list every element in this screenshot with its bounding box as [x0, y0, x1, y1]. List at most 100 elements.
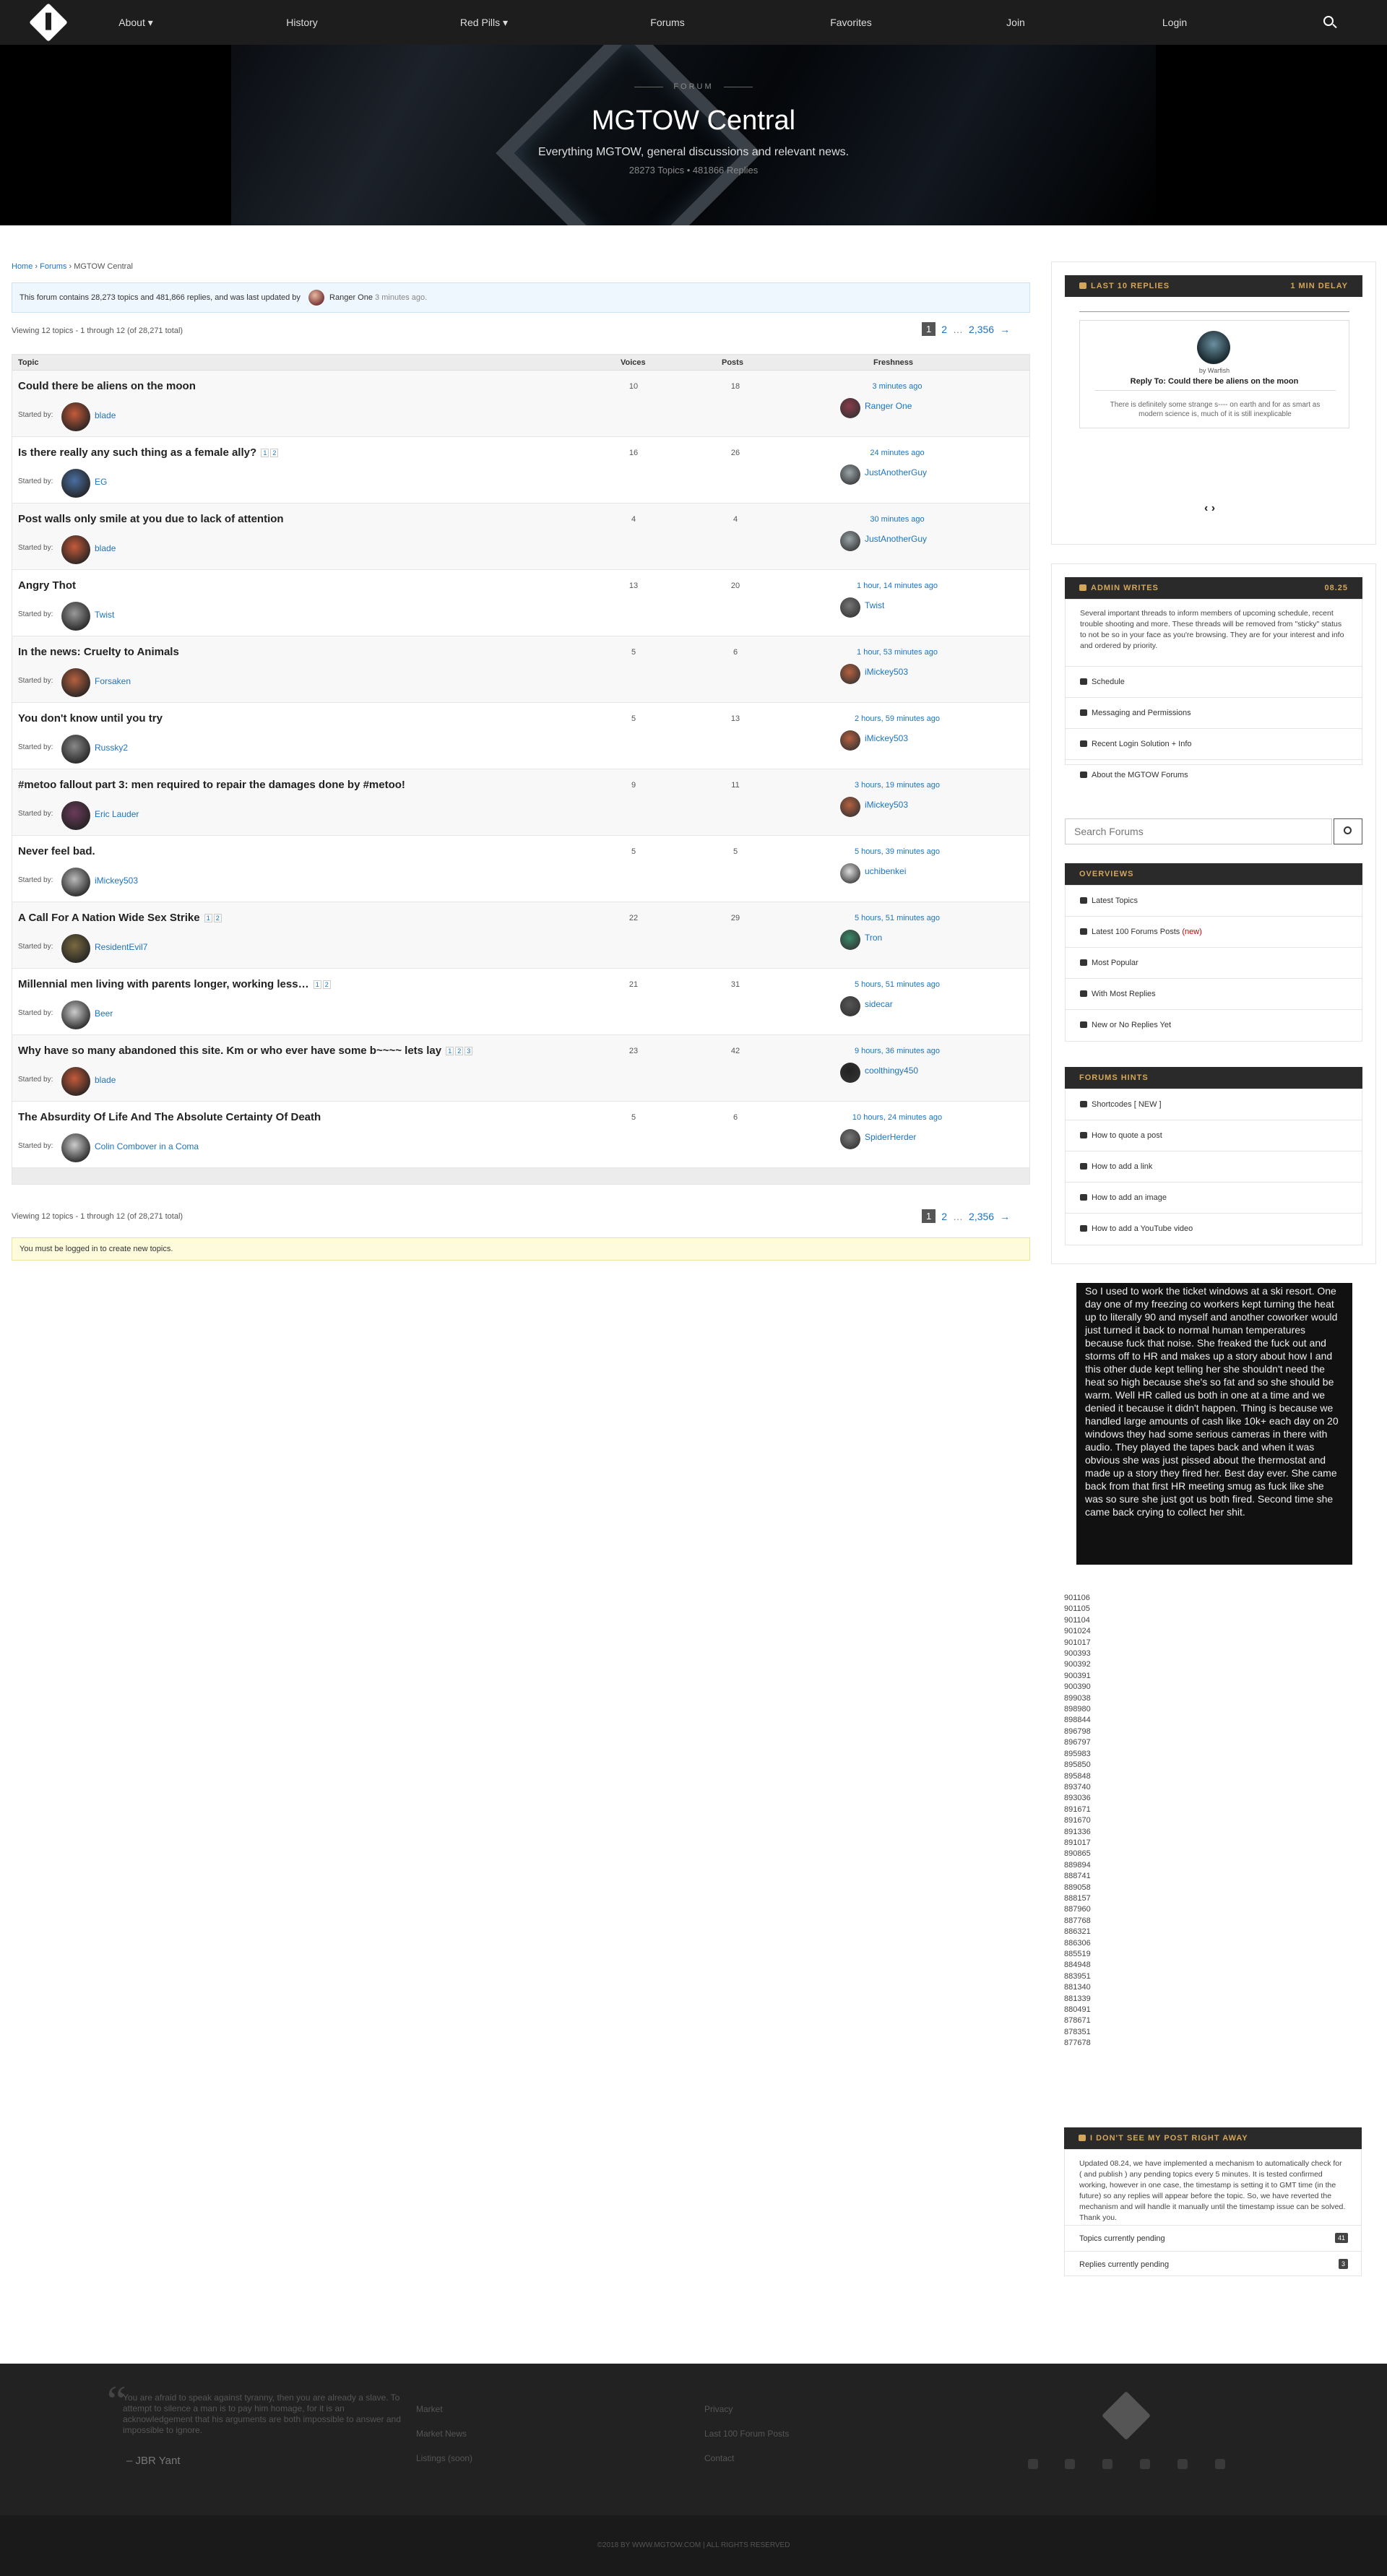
page-next-arrow[interactable]: → — [1000, 324, 1010, 335]
avatar[interactable] — [840, 398, 860, 418]
last-reply-user-link[interactable]: Ranger One — [865, 401, 912, 411]
topic-author-link[interactable]: iMickey503 — [95, 876, 138, 886]
telegram-icon[interactable] — [1215, 2459, 1225, 2469]
post-id-item[interactable]: 888741 — [1064, 1871, 1091, 1882]
topic-title[interactable]: Why have so many abandoned this site. Km… — [18, 1045, 441, 1057]
topic-page-link[interactable]: 1 — [313, 980, 321, 990]
avatar[interactable] — [840, 730, 860, 751]
avatar[interactable] — [61, 535, 90, 564]
overview-no-replies[interactable]: New or No Replies Yet — [1066, 1010, 1362, 1041]
page-next-arrow[interactable]: → — [1000, 1211, 1010, 1222]
topic-title-link[interactable]: In the news: Cruelty to Animals — [18, 646, 179, 658]
footer-link-market-news[interactable]: Market News — [416, 2429, 467, 2439]
avatar[interactable] — [840, 531, 860, 551]
topic-title[interactable]: The Absurdity Of Life And The Absolute C… — [18, 1111, 321, 1123]
topic-title-link[interactable]: Millennial men living with parents longe… — [18, 978, 331, 990]
topic-author-link[interactable]: blade — [95, 410, 116, 420]
avatar[interactable] — [61, 1000, 90, 1029]
footer-link-last-100[interactable]: Last 100 Forum Posts — [704, 2429, 789, 2439]
topic-title[interactable]: A Call For A Nation Wide Sex Strike — [18, 912, 200, 924]
post-id-item[interactable]: 891671 — [1064, 1805, 1091, 1815]
footer-link-contact[interactable]: Contact — [704, 2453, 734, 2463]
overview-latest-100[interactable]: Latest 100 Forums Posts (new) — [1066, 917, 1362, 948]
last-reply-user-link[interactable]: Twist — [865, 600, 884, 610]
freshness-link[interactable]: 1 hour, 14 minutes ago — [807, 582, 988, 590]
avatar[interactable] — [840, 464, 860, 485]
overview-latest-topics[interactable]: Latest Topics — [1066, 886, 1362, 917]
freshness-link[interactable]: 3 hours, 19 minutes ago — [807, 781, 988, 790]
post-id-item[interactable]: 891670 — [1064, 1815, 1091, 1826]
avatar[interactable] — [840, 996, 860, 1016]
avatar[interactable] — [840, 930, 860, 950]
next-arrow-icon[interactable]: › — [1211, 502, 1215, 514]
topic-page-link[interactable]: 3 — [465, 1047, 473, 1056]
post-id-item[interactable]: 900390 — [1064, 1682, 1091, 1693]
hint-quote[interactable]: How to quote a post — [1066, 1120, 1362, 1151]
reddit-icon[interactable] — [1065, 2459, 1075, 2469]
post-id-item[interactable]: 877678 — [1064, 2038, 1091, 2049]
avatar[interactable] — [61, 868, 90, 896]
post-id-item[interactable]: 886321 — [1064, 1927, 1091, 1937]
instagram-icon[interactable] — [1140, 2459, 1150, 2469]
topic-author-link[interactable]: Colin Combover in a Coma — [95, 1141, 199, 1151]
nav-favorites[interactable]: Favorites — [830, 0, 872, 45]
hint-youtube[interactable]: How to add a YouTube video — [1066, 1214, 1362, 1245]
hint-shortcodes[interactable]: Shortcodes [ NEW ] — [1066, 1089, 1362, 1120]
last-reply-user-link[interactable]: iMickey503 — [865, 667, 908, 677]
youtube-icon[interactable] — [1102, 2459, 1112, 2469]
search-forums-input[interactable] — [1065, 818, 1332, 844]
topic-title-link[interactable]: A Call For A Nation Wide Sex Strike 12 — [18, 912, 222, 924]
nav-login[interactable]: Login — [1162, 0, 1187, 45]
page-2-link[interactable]: 2 — [941, 324, 947, 335]
post-id-item[interactable]: 901017 — [1064, 1638, 1091, 1648]
search-icon[interactable] — [1323, 16, 1334, 26]
freshness-link[interactable]: 5 hours, 51 minutes ago — [807, 980, 988, 989]
nav-forums[interactable]: Forums — [650, 0, 684, 45]
site-logo-icon[interactable] — [29, 3, 68, 42]
last-reply-user-link[interactable]: sidecar — [865, 999, 893, 1009]
topic-page-link[interactable]: 2 — [455, 1047, 464, 1056]
topic-author-link[interactable]: ResidentEvil7 — [95, 942, 147, 952]
reply-card[interactable]: by Warfish Reply To: Could there be alie… — [1079, 320, 1349, 428]
topic-title-link[interactable]: The Absurdity Of Life And The Absolute C… — [18, 1111, 321, 1123]
admin-link-schedule[interactable]: Schedule — [1066, 667, 1362, 698]
post-id-item[interactable]: 893740 — [1064, 1782, 1091, 1793]
post-id-item[interactable]: 900393 — [1064, 1648, 1091, 1659]
topic-title[interactable]: In the news: Cruelty to Animals — [18, 646, 179, 658]
post-id-item[interactable]: 901105 — [1064, 1604, 1091, 1615]
reply-title[interactable]: Reply To: Could there be aliens on the m… — [1080, 377, 1349, 386]
avatar[interactable] — [61, 934, 90, 963]
topic-title[interactable]: Angry Thot — [18, 579, 76, 592]
avatar[interactable] — [61, 1133, 90, 1162]
avatar[interactable] — [61, 469, 90, 498]
breadcrumb-forums[interactable]: Forums — [40, 262, 66, 271]
freshness-link[interactable]: 10 hours, 24 minutes ago — [807, 1113, 988, 1122]
last-reply-user-link[interactable]: iMickey503 — [865, 733, 908, 743]
post-id-item[interactable]: 895983 — [1064, 1749, 1091, 1760]
footer-link-privacy[interactable]: Privacy — [704, 2404, 733, 2414]
avatar[interactable] — [61, 602, 90, 631]
avatar[interactable] — [61, 402, 90, 431]
topic-author-link[interactable]: blade — [95, 543, 116, 553]
post-id-item[interactable]: 878351 — [1064, 2027, 1091, 2038]
topic-title-link[interactable]: Never feel bad. — [18, 845, 95, 857]
last-reply-user-link[interactable]: JustAnotherGuy — [865, 467, 927, 477]
footer-link-listings[interactable]: Listings (soon) — [416, 2453, 472, 2463]
post-id-item[interactable]: 881340 — [1064, 1982, 1091, 1993]
post-id-item[interactable]: 883951 — [1064, 1971, 1091, 1982]
last-reply-user-link[interactable]: JustAnotherGuy — [865, 534, 927, 544]
post-id-item[interactable]: 887960 — [1064, 1904, 1091, 1915]
nav-about[interactable]: About ▾ — [118, 0, 153, 45]
post-id-item[interactable]: 889894 — [1064, 1860, 1091, 1871]
avatar[interactable] — [840, 863, 860, 883]
hint-image[interactable]: How to add an image — [1066, 1183, 1362, 1214]
admin-link-messaging[interactable]: Messaging and Permissions — [1066, 698, 1362, 729]
footer-link-market[interactable]: Market — [416, 2404, 443, 2414]
post-id-item[interactable]: 895850 — [1064, 1760, 1091, 1771]
hint-link[interactable]: How to add a link — [1066, 1151, 1362, 1183]
post-id-item[interactable]: 901104 — [1064, 1615, 1091, 1626]
topic-author-link[interactable]: Forsaken — [95, 676, 131, 686]
admin-link-about[interactable]: About the MGTOW Forums — [1066, 760, 1362, 791]
topic-title-link[interactable]: Angry Thot — [18, 579, 76, 592]
topic-title-link[interactable]: Post walls only smile at you due to lack… — [18, 513, 284, 525]
